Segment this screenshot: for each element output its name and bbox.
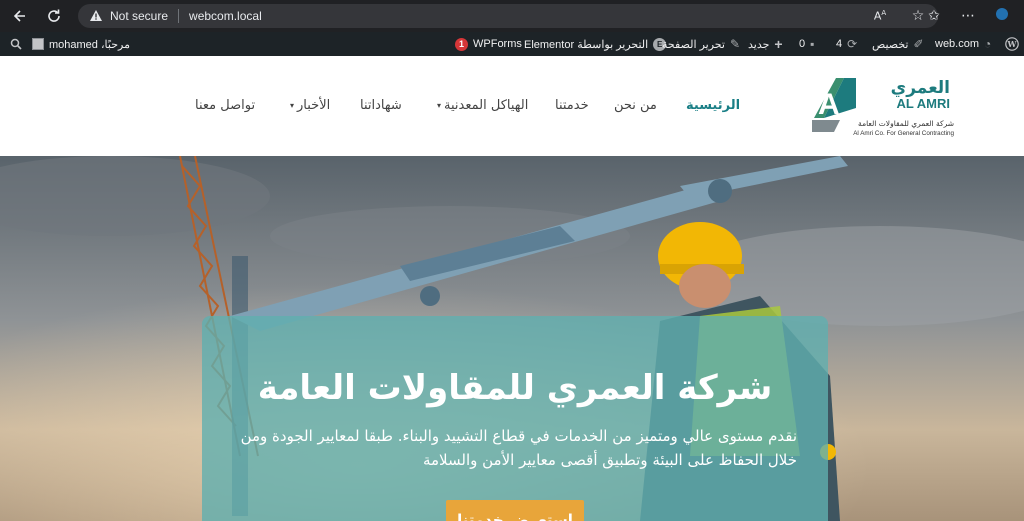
edit-page-label: تحرير الصفحة: [662, 38, 725, 51]
brush-icon: ✐: [913, 37, 924, 51]
back-button[interactable]: [6, 2, 34, 30]
site-name-link[interactable]: web.com ◔: [935, 32, 991, 56]
elementor-label: التحرير بواسطة Elementor: [524, 38, 649, 51]
search-icon: [10, 38, 22, 50]
elementor-edit[interactable]: التحرير بواسطة Elementor E: [524, 32, 667, 56]
read-aloud-icon[interactable]: AA: [870, 9, 890, 23]
svg-text:A: A: [818, 88, 840, 121]
comment-icon: ▪: [810, 37, 815, 51]
customize-link[interactable]: تخصيص ✐: [872, 32, 924, 56]
dashboard-icon: ◔: [984, 37, 992, 51]
more-menu-icon[interactable]: ⋯: [958, 8, 978, 24]
url-text[interactable]: webcom.local: [189, 9, 262, 23]
favorites-icon[interactable]: ✩: [924, 8, 944, 24]
nav-steel-label: الهياكل المعدنية: [444, 98, 529, 113]
new-label: جديد: [748, 38, 770, 51]
pencil-icon: ✎: [729, 37, 740, 51]
nav-contact[interactable]: تواصل معنا: [195, 98, 255, 113]
nav-news-label: الأخبار: [297, 98, 331, 113]
comments-link[interactable]: 0 ▪: [799, 32, 814, 56]
updates-icon: ⟳: [847, 37, 858, 51]
view-services-button[interactable]: استعرض خدمتنا: [446, 500, 584, 521]
logo-tagline-ar: شركة العمري للمقاولات العامة: [858, 119, 954, 128]
address-bar[interactable]: Not secure webcom.local AA ☆: [78, 4, 938, 28]
browser-toolbar: Not secure webcom.local AA ☆ ✩ ⋯: [0, 0, 1024, 32]
my-account[interactable]: مرحبًا، mohamed: [32, 32, 130, 56]
new-content-menu[interactable]: جديد +: [748, 32, 783, 56]
logo-tagline-en: Al Amri Co. For General Contracting: [853, 130, 954, 137]
comments-count: 0: [799, 38, 806, 50]
nav-certificates[interactable]: شهاداتنا: [360, 98, 402, 113]
updates-link[interactable]: 4 ⟳: [836, 32, 857, 56]
security-label[interactable]: Not secure: [110, 9, 168, 23]
reload-icon: [48, 9, 60, 22]
reload-button[interactable]: [40, 2, 68, 30]
logo-latin: AL AMRI: [897, 96, 950, 111]
address-divider: [178, 9, 180, 23]
site-header: A العمري AL AMRI شركة العمري للمقاولات ا…: [0, 56, 1024, 156]
profile-icon[interactable]: [992, 7, 1012, 25]
hero-description: نقدم مستوى عالي ومتميز من الخدمات في قطا…: [240, 427, 797, 469]
chevron-down-icon: ▾: [437, 101, 442, 110]
wordpress-logo-icon: W: [1005, 37, 1019, 51]
wpforms-menu[interactable]: 1 WPForms: [455, 32, 522, 56]
hero-section: شركة العمري للمقاولات العامة نقدم مستوى …: [0, 156, 1024, 521]
greeting-text: مرحبًا، mohamed: [49, 38, 130, 51]
updates-count: 4: [836, 38, 843, 50]
avatar: [32, 38, 44, 50]
back-arrow-icon: [13, 10, 25, 22]
wp-logo-menu[interactable]: W: [1005, 32, 1019, 56]
company-logo[interactable]: A العمري AL AMRI شركة العمري للمقاولات ا…: [810, 74, 960, 138]
hero-title: شركة العمري للمقاولات العامة: [257, 368, 773, 408]
admin-search-button[interactable]: [10, 32, 22, 56]
plus-icon: +: [774, 36, 783, 52]
warning-icon: [88, 8, 104, 24]
nav-home[interactable]: الرئيسية: [686, 98, 740, 113]
wpforms-label: WPForms: [473, 38, 522, 50]
logo-arabic: العمري: [891, 78, 950, 98]
hero-card: شركة العمري للمقاولات العامة نقدم مستوى …: [202, 316, 828, 521]
nav-news[interactable]: ▾ الأخبار: [290, 98, 330, 113]
customize-label: تخصيص: [872, 38, 909, 51]
nav-services[interactable]: خدمتنا: [555, 98, 589, 113]
nav-steel[interactable]: ▾ الهياكل المعدنية: [437, 98, 528, 113]
wp-admin-bar: مرحبًا، mohamed 1 WPForms التحرير بواسطة…: [0, 32, 1024, 56]
site-name: web.com: [935, 38, 980, 50]
wpforms-badge: 1: [455, 37, 468, 51]
svg-text:W: W: [1007, 39, 1018, 49]
nav-about[interactable]: من نحن: [614, 98, 657, 113]
edit-page-link[interactable]: تحرير الصفحة ✎: [662, 32, 740, 56]
chevron-down-icon: ▾: [290, 101, 295, 110]
